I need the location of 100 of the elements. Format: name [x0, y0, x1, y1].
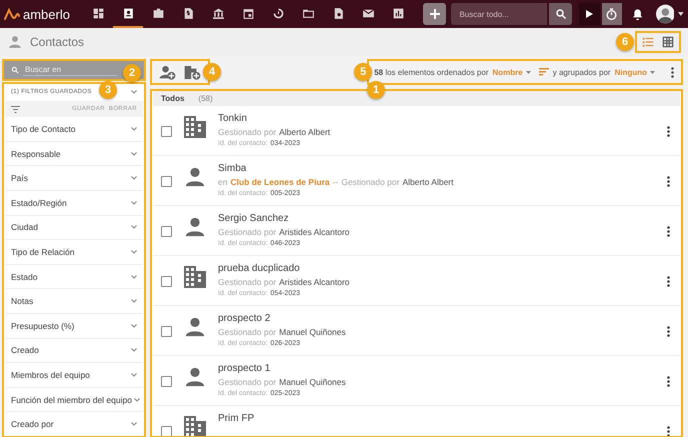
- avatar-icon[interactable]: [656, 4, 674, 24]
- callout-badge: 5: [354, 63, 372, 81]
- search-icon: [11, 66, 19, 74]
- manager-name: Manuel Quiñones: [279, 327, 346, 337]
- invoice-icon: [182, 6, 194, 20]
- checkbox[interactable]: [161, 276, 172, 287]
- filter-dropdown[interactable]: Ciudad: [5, 216, 143, 240]
- grid-icon: [661, 35, 675, 49]
- calendar-icon: [242, 6, 254, 20]
- plus-icon: [428, 8, 441, 20]
- more-icon[interactable]: [667, 226, 670, 237]
- filter-dropdown[interactable]: Estado: [5, 264, 143, 290]
- checkbox[interactable]: [161, 426, 172, 437]
- caret-icon: [650, 70, 655, 74]
- add-building-icon[interactable]: [184, 64, 201, 80]
- checkbox[interactable]: [161, 176, 172, 187]
- bank-icon: [212, 6, 224, 20]
- briefcase-icon: [152, 6, 164, 20]
- callout-badge: 2: [123, 64, 141, 82]
- global-search-field[interactable]: Buscar todo...: [451, 3, 548, 25]
- chevron-icon: [131, 176, 137, 180]
- more-icon[interactable]: [671, 66, 674, 78]
- search-icon: [554, 8, 567, 20]
- contacts-icon: [122, 6, 134, 20]
- more-icon[interactable]: [667, 426, 670, 437]
- page-title: Contactos: [30, 35, 84, 49]
- logo-text: amberlo: [23, 6, 70, 22]
- checkbox[interactable]: [161, 126, 172, 137]
- more-icon[interactable]: [667, 126, 670, 137]
- search-button[interactable]: [549, 3, 572, 25]
- chevron-icon[interactable]: [131, 90, 137, 94]
- bell-icon[interactable]: [632, 8, 644, 20]
- group-count: (58): [198, 94, 213, 102]
- callout-badge: 4: [203, 63, 221, 81]
- managed-by-label: Gestionado por: [218, 327, 276, 337]
- group-name: Todos: [161, 94, 184, 102]
- more-icon[interactable]: [667, 176, 670, 187]
- person-icon: [184, 166, 206, 188]
- manager-name: Aristides Alcantoro: [279, 277, 350, 287]
- filter-dropdown[interactable]: Miembros del equipo: [5, 363, 143, 388]
- managed-by-label: Gestionado por: [218, 227, 276, 237]
- filter-search-field[interactable]: Buscar en: [23, 64, 117, 76]
- item-count-text: 58 los elementos ordenados por: [374, 68, 488, 76]
- group-label: y agrupados por: [552, 68, 611, 76]
- filter-dropdown[interactable]: Estado/Región: [5, 191, 143, 216]
- callout-badge: 3: [99, 81, 117, 100]
- play-icon: [584, 9, 594, 19]
- organization-prefix: en: [218, 177, 228, 187]
- logo-icon: [4, 8, 20, 20]
- contact-name[interactable]: prospecto 1: [218, 363, 647, 374]
- person-icon: [184, 216, 206, 238]
- managed-by-label: Gestionado por: [218, 277, 276, 287]
- manager-name: Alberto Albert: [279, 127, 330, 137]
- chevron-icon: [131, 152, 137, 156]
- chevron-icon: [131, 250, 137, 254]
- filter-dropdown[interactable]: Notas: [5, 289, 143, 314]
- dashboard-icon: [92, 6, 104, 20]
- managed-by-label: Gestionado por: [218, 377, 276, 387]
- play-button[interactable]: [579, 3, 600, 25]
- grid-view-button[interactable]: [660, 34, 676, 50]
- contact-name[interactable]: Tonkin: [218, 113, 647, 124]
- history-icon: [272, 6, 284, 20]
- building-icon: [184, 116, 206, 138]
- chevron-icon: [131, 299, 137, 304]
- contact-name[interactable]: Prim FP: [218, 413, 647, 424]
- more-icon[interactable]: [667, 376, 670, 387]
- filter-dropdown[interactable]: Función del miembro del equipo: [5, 388, 143, 412]
- contact-name[interactable]: Sergio Sanchez: [218, 213, 647, 224]
- add-button[interactable]: [423, 3, 446, 25]
- more-icon[interactable]: [667, 276, 670, 287]
- separator-text: --: [332, 177, 338, 187]
- person-icon: [8, 35, 22, 49]
- timer-button[interactable]: [602, 3, 622, 25]
- contact-row[interactable]: Prim FP: [153, 406, 680, 437]
- stopwatch-icon: [605, 8, 618, 20]
- filter-dropdown[interactable]: Creado por: [5, 412, 143, 437]
- chevron-icon: [131, 373, 137, 378]
- person-icon: [184, 316, 206, 338]
- add-person-icon[interactable]: [159, 64, 176, 80]
- caret-icon[interactable]: [678, 12, 684, 16]
- managed-by-label: Gestionado por: [218, 127, 276, 137]
- checkbox[interactable]: [161, 326, 172, 337]
- filter-dropdown[interactable]: País: [5, 166, 143, 192]
- filter-dropdown[interactable]: Responsable: [5, 142, 143, 166]
- more-icon[interactable]: [667, 326, 670, 337]
- checkbox[interactable]: [161, 376, 172, 387]
- manager-name: Manuel Quiñones: [279, 377, 346, 387]
- callout-badge: 6: [616, 33, 634, 51]
- building-icon: [184, 266, 206, 288]
- filter-dropdown[interactable]: Tipo de Relación: [5, 240, 143, 265]
- chevron-icon: [131, 274, 137, 279]
- filter-dropdown[interactable]: Creado: [5, 338, 143, 364]
- contact-name[interactable]: Simba: [218, 163, 647, 174]
- filter-dropdown[interactable]: Tipo de Contacto: [5, 117, 143, 142]
- filter-dropdown[interactable]: Presupuesto (%): [5, 314, 143, 339]
- chevron-icon: [131, 127, 137, 132]
- contact-name[interactable]: prospecto 2: [218, 313, 647, 324]
- chevron-icon: [134, 398, 140, 402]
- contact-name[interactable]: prueba ducplicado: [218, 263, 647, 274]
- checkbox[interactable]: [161, 226, 172, 237]
